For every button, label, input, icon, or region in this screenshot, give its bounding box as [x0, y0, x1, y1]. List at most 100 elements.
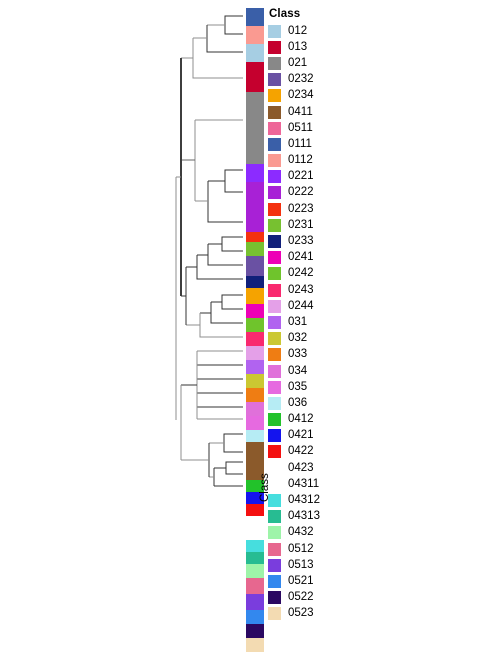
legend-swatch	[268, 380, 281, 394]
legend-label: 0231	[288, 218, 314, 231]
legend-swatch	[268, 607, 281, 621]
legend-item: 0411	[268, 104, 388, 120]
legend-item: 04312	[268, 492, 388, 508]
legend-label: 0523	[288, 607, 314, 620]
legend-swatch	[268, 429, 281, 443]
legend-item: 04311	[268, 476, 388, 492]
legend-label: 0423	[288, 461, 314, 474]
legend-item: 0511	[268, 120, 388, 136]
legend-item: 0241	[268, 250, 388, 266]
annotation-cell	[246, 430, 264, 442]
legend-swatch	[268, 348, 281, 362]
legend-item: 0234	[268, 88, 388, 104]
legend-item: 0432	[268, 525, 388, 541]
legend-item: 035	[268, 379, 388, 395]
legend-label: 021	[288, 56, 308, 69]
legend-swatch	[268, 137, 281, 151]
legend-label: 0222	[288, 186, 314, 199]
annotation-cell	[246, 374, 264, 388]
annotation-cell	[246, 332, 264, 346]
legend-item: 04313	[268, 509, 388, 525]
legend-swatch	[268, 24, 281, 38]
annotation-cell	[246, 552, 264, 564]
cluster-figure: Class 012 013 021 0232 0234 0411 0511 0111 0112 0…	[0, 0, 504, 652]
legend-swatch	[268, 315, 281, 329]
annotation-cell	[246, 288, 264, 304]
legend-item: 0221	[268, 169, 388, 185]
legend-item: 0522	[268, 590, 388, 606]
legend-swatch	[268, 510, 281, 524]
legend-label: 034	[288, 364, 308, 377]
legend-swatch	[268, 299, 281, 313]
legend-label: 033	[288, 348, 308, 361]
legend-item: 0112	[268, 153, 388, 169]
annotation-cell	[246, 516, 264, 528]
legend-item: 0422	[268, 444, 388, 460]
annotation-cell	[246, 564, 264, 578]
legend-label: 0223	[288, 202, 314, 215]
annotation-cell	[246, 528, 264, 540]
legend-label: 013	[288, 40, 308, 53]
legend-items: 012 013 021 0232 0234 0411 0511 0111 0112 0221 022…	[268, 23, 388, 622]
legend-swatch	[268, 267, 281, 281]
legend-item: 032	[268, 331, 388, 347]
legend-label: 04311	[288, 477, 320, 490]
legend-swatch	[268, 121, 281, 135]
annotation-cell	[246, 416, 264, 430]
legend-item: 036	[268, 395, 388, 411]
legend-label: 0232	[288, 73, 314, 86]
legend-label: 0512	[288, 542, 314, 555]
legend-label: 0511	[288, 121, 313, 134]
legend-swatch	[268, 202, 281, 216]
legend-item: 031	[268, 314, 388, 330]
legend-item: 0523	[268, 606, 388, 622]
legend-item: 0513	[268, 557, 388, 573]
annotation-cell	[246, 92, 264, 164]
legend-swatch	[268, 251, 281, 265]
legend-swatch	[268, 574, 281, 588]
legend: Class 012 013 021 0232 0234 0411 0511 0111 0112 0…	[268, 8, 388, 622]
annotation-cell	[246, 276, 264, 288]
annotation-cell	[246, 232, 264, 242]
legend-item: 034	[268, 363, 388, 379]
legend-swatch	[268, 218, 281, 232]
annotation-cell	[246, 62, 264, 92]
legend-label: 0112	[288, 154, 313, 167]
legend-swatch	[268, 542, 281, 556]
legend-swatch	[268, 283, 281, 297]
legend-label: 0412	[288, 413, 314, 426]
legend-swatch	[268, 40, 281, 54]
annotation-cell	[246, 304, 264, 318]
annotation-cell	[246, 578, 264, 594]
annotation-cell	[246, 388, 264, 402]
annotation-cell	[246, 638, 264, 652]
legend-label: 0513	[288, 558, 314, 571]
annotation-cell	[246, 182, 264, 232]
legend-swatch	[268, 591, 281, 605]
annotation-cell	[246, 164, 264, 182]
legend-swatch	[268, 154, 281, 168]
legend-item: 0512	[268, 541, 388, 557]
legend-label: 0421	[288, 429, 314, 442]
legend-swatch	[268, 170, 281, 184]
legend-swatch	[268, 332, 281, 346]
annotation-cell	[246, 318, 264, 332]
legend-item: 0231	[268, 217, 388, 233]
legend-swatch	[268, 364, 281, 378]
legend-label: 036	[288, 396, 308, 409]
legend-label: 035	[288, 380, 308, 393]
legend-item: 0521	[268, 573, 388, 589]
legend-label: 0221	[288, 170, 314, 183]
legend-item: 0242	[268, 266, 388, 282]
annotation-cell	[246, 256, 264, 276]
legend-title: Class	[269, 8, 301, 20]
legend-item: 0421	[268, 428, 388, 444]
legend-item: 0244	[268, 298, 388, 314]
legend-label: 0233	[288, 235, 314, 248]
legend-label: 0521	[288, 574, 314, 587]
annotation-cell	[246, 346, 264, 360]
legend-item: 021	[268, 55, 388, 71]
annotation-cell	[246, 610, 264, 624]
annotation-cell	[246, 26, 264, 44]
legend-item: 033	[268, 347, 388, 363]
